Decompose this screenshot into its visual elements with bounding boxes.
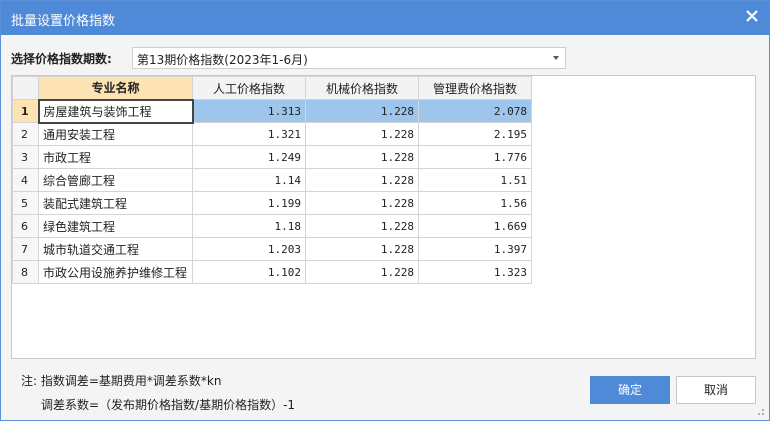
row-number: 7 [12, 237, 39, 261]
machine-index-cell[interactable]: 1.228 [305, 168, 419, 192]
specialty-name-cell[interactable]: 市政工程 [38, 145, 193, 169]
machine-index-cell[interactable]: 1.228 [305, 145, 419, 169]
period-select-value: 第13期价格指数(2023年1-6月) [137, 53, 308, 67]
ok-button[interactable]: 确定 [590, 376, 670, 404]
period-select[interactable]: 第13期价格指数(2023年1-6月) [132, 47, 566, 69]
cancel-button[interactable]: 取消 [676, 376, 756, 404]
table-row[interactable]: 5 装配式建筑工程 1.199 1.228 1.56 [12, 191, 532, 215]
specialty-name-cell[interactable]: 绿色建筑工程 [38, 214, 193, 238]
specialty-name-cell[interactable]: 综合管廊工程 [38, 168, 193, 192]
machine-index-cell[interactable]: 1.228 [305, 214, 419, 238]
price-index-grid: 专业名称 人工价格指数 机械价格指数 管理费价格指数 1 房屋建筑与装饰工程 1… [11, 75, 756, 359]
table-row[interactable]: 2 通用安装工程 1.321 1.228 2.195 [12, 122, 532, 146]
labor-index-cell[interactable]: 1.321 [192, 122, 306, 146]
table-row[interactable]: 7 城市轨道交通工程 1.203 1.228 1.397 [12, 237, 532, 261]
row-number: 2 [12, 122, 39, 146]
row-number: 5 [12, 191, 39, 215]
row-number: 4 [12, 168, 39, 192]
table-row[interactable]: 4 综合管廊工程 1.14 1.228 1.51 [12, 168, 532, 192]
machine-index-cell[interactable]: 1.228 [305, 99, 419, 123]
labor-index-cell[interactable]: 1.249 [192, 145, 306, 169]
header-mgmt-index[interactable]: 管理费价格指数 [418, 76, 532, 100]
header-labor-index[interactable]: 人工价格指数 [192, 76, 306, 100]
labor-index-cell[interactable]: 1.102 [192, 260, 306, 284]
machine-index-cell[interactable]: 1.228 [305, 237, 419, 261]
specialty-name-cell[interactable]: 城市轨道交通工程 [38, 237, 193, 261]
mgmt-index-cell[interactable]: 2.078 [418, 99, 532, 123]
table-row[interactable]: 3 市政工程 1.249 1.228 1.776 [12, 145, 532, 169]
labor-index-cell[interactable]: 1.203 [192, 237, 306, 261]
batch-price-index-dialog: 批量设置价格指数 选择价格指数期数: 第13期价格指数(2023年1-6月) 专… [0, 0, 770, 421]
table-row[interactable]: 1 房屋建筑与装饰工程 1.313 1.228 2.078 [12, 98, 532, 124]
mgmt-index-cell[interactable]: 1.56 [418, 191, 532, 215]
row-number-header [12, 76, 39, 100]
formula-note: 注: 指数调差=基期费用*调差系数*kn [21, 374, 222, 388]
header-machine-index[interactable]: 机械价格指数 [305, 76, 419, 100]
period-label: 选择价格指数期数: [11, 52, 112, 66]
labor-index-cell[interactable]: 1.313 [192, 99, 306, 123]
chevron-down-icon[interactable] [553, 56, 559, 60]
coefficient-note: 调差系数=（发布期价格指数/基期价格指数）-1 [41, 398, 296, 412]
specialty-name-cell[interactable]: 装配式建筑工程 [38, 191, 193, 215]
specialty-name-cell[interactable]: 通用安装工程 [38, 122, 193, 146]
mgmt-index-cell[interactable]: 1.51 [418, 168, 532, 192]
mgmt-index-cell[interactable]: 1.776 [418, 145, 532, 169]
labor-index-cell[interactable]: 1.199 [192, 191, 306, 215]
row-number: 3 [12, 145, 39, 169]
table-row[interactable]: 8 市政公用设施养护维修工程 1.102 1.228 1.323 [12, 260, 532, 284]
machine-index-cell[interactable]: 1.228 [305, 191, 419, 215]
price-index-table: 专业名称 人工价格指数 机械价格指数 管理费价格指数 1 房屋建筑与装饰工程 1… [12, 76, 532, 284]
mgmt-index-cell[interactable]: 1.397 [418, 237, 532, 261]
labor-index-cell[interactable]: 1.14 [192, 168, 306, 192]
table-header-row: 专业名称 人工价格指数 机械价格指数 管理费价格指数 [12, 76, 532, 100]
machine-index-cell[interactable]: 1.228 [305, 122, 419, 146]
table-row[interactable]: 6 绿色建筑工程 1.18 1.228 1.669 [12, 214, 532, 238]
machine-index-cell[interactable]: 1.228 [305, 260, 419, 284]
row-number: 6 [12, 214, 39, 238]
dialog-title: 批量设置价格指数 [11, 14, 116, 29]
mgmt-index-cell[interactable]: 1.669 [418, 214, 532, 238]
mgmt-index-cell[interactable]: 2.195 [418, 122, 532, 146]
row-number: 1 [12, 99, 39, 123]
specialty-name-cell[interactable]: 市政公用设施养护维修工程 [38, 260, 193, 284]
row-number: 8 [12, 260, 39, 284]
specialty-name-cell[interactable]: 房屋建筑与装饰工程 [37, 98, 194, 124]
labor-index-cell[interactable]: 1.18 [192, 214, 306, 238]
mgmt-index-cell[interactable]: 1.323 [418, 260, 532, 284]
resize-grip-icon[interactable] [755, 406, 765, 416]
title-bar[interactable]: 批量设置价格指数 [1, 1, 769, 35]
header-specialty-name[interactable]: 专业名称 [38, 76, 193, 100]
close-icon[interactable] [745, 9, 759, 23]
